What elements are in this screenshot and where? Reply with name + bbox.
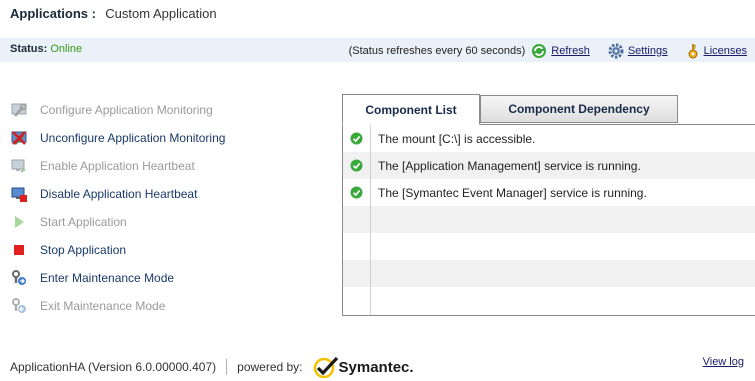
status-indicator: Status: Online	[10, 43, 82, 55]
licenses-link[interactable]: Licenses	[704, 45, 747, 57]
footer: ApplicationHA (Version 6.0.00000.407) po…	[10, 356, 750, 378]
action-list: Configure Application Monitoring Unconfi…	[10, 96, 310, 320]
refresh-note: (Status refreshes every 60 seconds)	[348, 45, 526, 57]
column-divider	[370, 125, 371, 315]
heartbeat-enable-icon	[10, 157, 28, 175]
key-icon	[688, 44, 698, 59]
disable-heartbeat-action[interactable]: Disable Application Heartbeat	[10, 180, 310, 208]
footer-divider	[226, 359, 228, 375]
action-label: Disable Application Heartbeat	[40, 187, 198, 201]
configure-monitoring-action[interactable]: Configure Application Monitoring	[10, 96, 310, 124]
settings-button[interactable]: Settings	[608, 43, 668, 59]
heartbeat-disable-icon	[10, 185, 28, 203]
tab-component-dependency[interactable]: Component Dependency	[480, 95, 678, 123]
table-row-empty	[343, 287, 755, 314]
start-application-action[interactable]: Start Application	[10, 208, 310, 236]
maintenance-exit-icon	[10, 297, 28, 315]
status-toolbar: (Status refreshes every 60 seconds) Refr…	[349, 43, 747, 59]
page-title: Applications :	[10, 6, 96, 21]
status-label: Status:	[10, 43, 48, 55]
settings-link[interactable]: Settings	[628, 45, 668, 57]
status-value: Online	[50, 43, 83, 55]
component-message: The [Application Management] service is …	[378, 158, 641, 173]
unconfigure-monitoring-action[interactable]: Unconfigure Application Monitoring	[10, 124, 310, 152]
play-icon	[10, 213, 28, 231]
action-label: Stop Application	[40, 243, 127, 257]
table-row-empty	[343, 206, 755, 233]
version-text: ApplicationHA (Version 6.0.00000.407)	[10, 360, 217, 374]
exit-maintenance-action[interactable]: Exit Maintenance Mode	[10, 292, 310, 320]
brand-name: Symantec.	[338, 358, 414, 376]
header: Applications : Custom Application	[0, 0, 755, 30]
enable-heartbeat-action[interactable]: Enable Application Heartbeat	[10, 152, 310, 180]
gear-icon	[608, 43, 624, 59]
status-bar: Status: Online (Status refreshes every 6…	[0, 38, 755, 62]
table-row-empty	[343, 260, 755, 287]
refresh-link[interactable]: Refresh	[551, 45, 590, 57]
maintenance-enter-icon	[10, 269, 28, 287]
action-label: Enter Maintenance Mode	[40, 271, 175, 285]
action-label: Unconfigure Application Monitoring	[40, 131, 226, 145]
powered-by-text: powered by:	[237, 360, 303, 374]
symantec-check-icon	[313, 356, 338, 378]
action-label: Exit Maintenance Mode	[40, 299, 166, 313]
table-row-empty	[343, 233, 755, 260]
component-message: The mount [C:\] is accessible.	[378, 131, 536, 146]
check-icon	[343, 159, 370, 172]
action-label: Enable Application Heartbeat	[40, 159, 195, 173]
stop-icon	[10, 241, 28, 259]
action-label: Configure Application Monitoring	[40, 103, 213, 117]
table-row[interactable]: The [Application Management] service is …	[343, 152, 755, 179]
stop-application-action[interactable]: Stop Application	[10, 236, 310, 264]
view-log-link[interactable]: View log	[703, 356, 744, 368]
application-name: Custom Application	[105, 6, 217, 21]
table-row[interactable]: The mount [C:\] is accessible.	[343, 125, 755, 152]
tab-strip: Component List Component Dependency	[342, 94, 755, 125]
refresh-icon	[532, 44, 547, 58]
licenses-button[interactable]: Licenses	[686, 43, 747, 59]
check-icon	[343, 132, 370, 145]
symantec-logo: Symantec.	[313, 356, 414, 378]
enter-maintenance-action[interactable]: Enter Maintenance Mode	[10, 264, 310, 292]
tab-component-list[interactable]: Component List	[342, 94, 480, 125]
component-message: The [Symantec Event Manager] service is …	[378, 185, 647, 200]
check-icon	[343, 186, 370, 199]
component-table: The mount [C:\] is accessible. The [Appl…	[342, 125, 755, 316]
refresh-button[interactable]: Refresh	[531, 43, 590, 59]
table-row[interactable]: The [Symantec Event Manager] service is …	[343, 179, 755, 206]
configure-icon	[10, 101, 28, 119]
unconfigure-icon	[10, 129, 28, 147]
action-label: Start Application	[40, 215, 127, 229]
component-panel: Component List Component Dependency The …	[342, 94, 755, 316]
